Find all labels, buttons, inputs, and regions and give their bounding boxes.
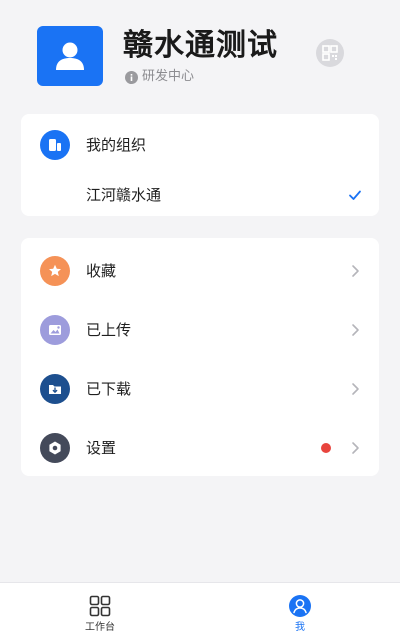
- qr-code-button[interactable]: [316, 39, 344, 67]
- my-organization-header: 我的组织: [21, 125, 379, 165]
- grid-icon: [87, 593, 113, 619]
- menu-item-label: 收藏: [86, 262, 117, 280]
- avatar[interactable]: [37, 26, 103, 86]
- settings-icon: [40, 433, 70, 463]
- qr-code-icon: [322, 45, 338, 61]
- my-organization-label: 我的组织: [86, 136, 147, 154]
- profile-header: 赣水通测试 研发中心: [37, 26, 377, 90]
- download-folder-icon: [40, 374, 70, 404]
- organization-name: 江河赣水通: [86, 186, 162, 204]
- organization-item[interactable]: 江河赣水通: [21, 175, 379, 215]
- menu-item-downloaded[interactable]: 已下载: [21, 369, 379, 409]
- tab-label: 工作台: [85, 622, 115, 633]
- menu-item-favorites[interactable]: 收藏: [21, 251, 379, 291]
- department-name: 研发中心: [142, 69, 195, 84]
- tab-me[interactable]: 我: [200, 583, 400, 638]
- chevron-right-icon: [352, 442, 359, 454]
- user-name: 赣水通测试: [123, 28, 278, 63]
- bottom-tab-bar: 工作台 我: [0, 582, 400, 638]
- notification-dot: [321, 443, 331, 453]
- menu-item-uploaded[interactable]: 已上传: [21, 310, 379, 350]
- user-avatar-icon: [56, 42, 84, 70]
- star-icon: [40, 256, 70, 286]
- menu-item-label: 已下载: [86, 380, 132, 398]
- menu-item-label: 设置: [86, 439, 117, 457]
- user-icon: [287, 593, 313, 619]
- upload-image-icon: [40, 315, 70, 345]
- menu-item-label: 已上传: [86, 321, 132, 339]
- menu-card: 收藏 已上传 已下载 设置: [21, 238, 379, 476]
- department: 研发中心: [125, 68, 194, 86]
- chevron-right-icon: [352, 324, 359, 336]
- chevron-right-icon: [352, 265, 359, 277]
- tab-label: 我: [295, 622, 305, 633]
- chevron-right-icon: [352, 383, 359, 395]
- tab-workbench[interactable]: 工作台: [0, 583, 200, 638]
- checkmark-icon: [349, 190, 361, 200]
- menu-item-settings[interactable]: 设置: [21, 428, 379, 468]
- organization-card: 我的组织 江河赣水通: [21, 114, 379, 216]
- info-icon: [125, 70, 138, 84]
- profile-page: 赣水通测试 研发中心 我的组织 江河赣水通 收藏 已上传 已下载 设置 工作台 …: [0, 0, 400, 638]
- organization-icon: [40, 130, 70, 160]
